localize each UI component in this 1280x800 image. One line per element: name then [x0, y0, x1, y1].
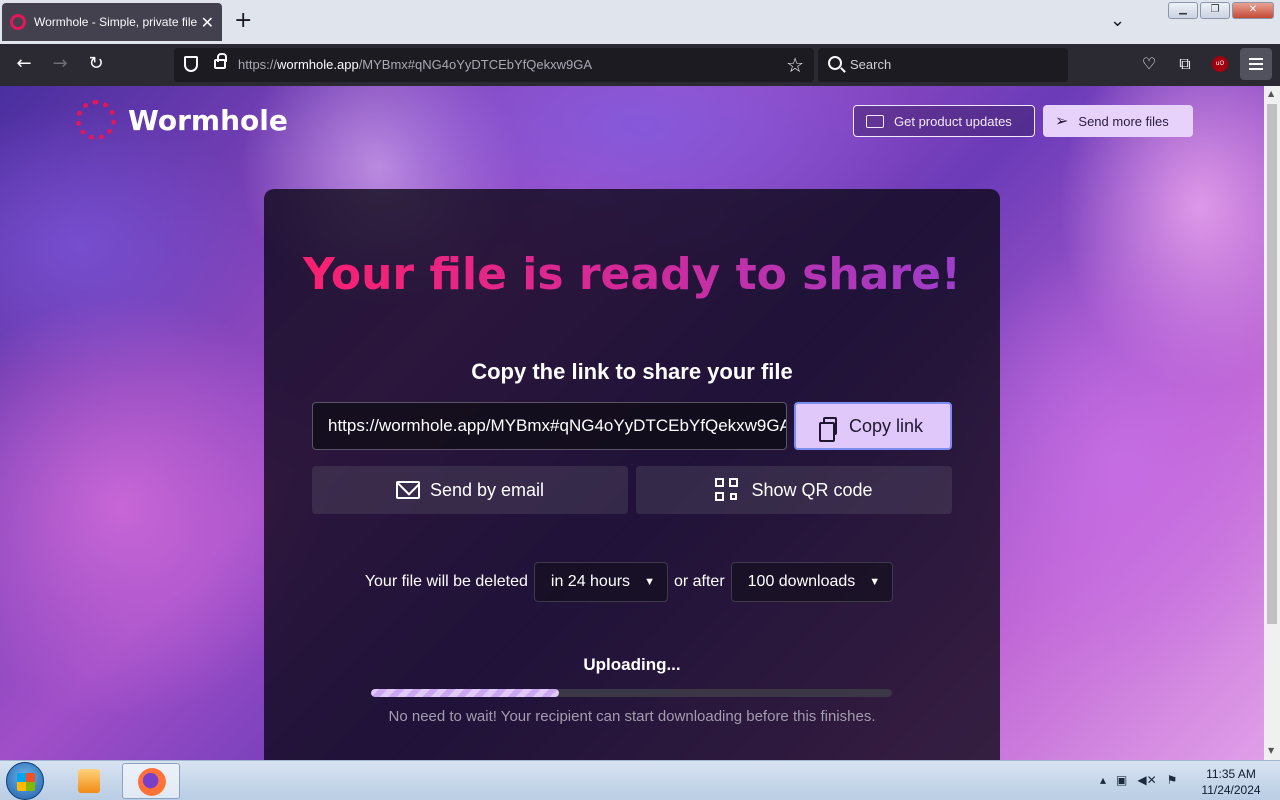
forward-arrow-icon[interactable]: →: [48, 54, 72, 74]
system-tray: ▴ ▣ ◀✕ ⚑: [1100, 773, 1177, 787]
upload-progress-bar: [371, 689, 892, 697]
page-background: Wormhole Get product updates ➢ Send more…: [0, 86, 1264, 760]
wormhole-favicon-icon: [10, 14, 26, 30]
windows-taskbar: ▴ ▣ ◀✕ ⚑ 11:35 AM 11/24/2024: [0, 760, 1280, 800]
list-all-tabs-icon[interactable]: ⌄: [1110, 10, 1125, 31]
send-more-label: Send more files: [1078, 113, 1169, 129]
ublock-origin-icon[interactable]: uO: [1212, 56, 1228, 72]
address-bar[interactable]: https://wormhole.app/MYBmx#qNG4oYyDTCEbY…: [174, 48, 814, 82]
tab-close-icon[interactable]: ✕: [201, 13, 214, 32]
get-product-updates-button[interactable]: Get product updates: [853, 105, 1035, 137]
pocket-icon[interactable]: ♡: [1138, 54, 1160, 76]
clock-time: 11:35 AM: [1206, 767, 1256, 781]
upload-progress-fill: [371, 689, 559, 697]
qr-code-icon: [715, 478, 739, 502]
chevron-down-icon: ▼: [869, 576, 881, 588]
taskbar-clock[interactable]: 11:35 AM 11/24/2024: [1196, 766, 1266, 798]
upload-hint: No need to wait! Your recipient can star…: [388, 708, 876, 725]
expiry-downloads-select[interactable]: 100 downloads ▼: [730, 562, 894, 602]
browser-tab[interactable]: Wormhole - Simple, private file sharing …: [2, 3, 222, 41]
windows-logo-icon: [17, 773, 35, 791]
url-text[interactable]: https://wormhole.app/MYBmx#qNG4oYyDTCEbY…: [238, 57, 592, 72]
envelope-icon: [866, 114, 884, 128]
copy-link-label: Copy link: [848, 415, 924, 436]
qr-button-label: Show QR code: [751, 479, 873, 500]
page-title: Your file is ready to share!: [264, 249, 1000, 300]
navigation-toolbar: ← → ↻ https://wormhole.app/MYBmx#qNG4oYy…: [0, 44, 1280, 86]
mail-icon: [395, 481, 420, 499]
copy-link-button[interactable]: Copy link: [794, 402, 952, 450]
send-arrow-icon: ➢: [1055, 113, 1069, 130]
clock-date: 11/24/2024: [1201, 783, 1261, 797]
lock-icon[interactable]: [214, 53, 227, 69]
page-scrollbar[interactable]: ▲ ▼: [1264, 86, 1280, 760]
media-player-taskbar-button[interactable]: [60, 763, 118, 799]
clipboard-icon: [818, 417, 837, 442]
window-close-button[interactable]: ✕: [1232, 2, 1274, 19]
upload-status: Uploading...: [583, 655, 681, 674]
action-center-flag-icon[interactable]: ⚑: [1167, 773, 1178, 787]
updates-button-label: Get product updates: [894, 113, 1012, 129]
send-more-files-button[interactable]: ➢ Send more files: [1043, 105, 1193, 137]
share-card: Your file is ready to share! Copy the li…: [264, 189, 1000, 760]
media-player-icon: [78, 769, 100, 793]
scroll-down-arrow-icon[interactable]: ▼: [1268, 746, 1274, 755]
start-button[interactable]: [6, 762, 44, 800]
hamburger-menu-button[interactable]: [1240, 48, 1272, 80]
show-hidden-icons-icon[interactable]: ▴: [1100, 773, 1106, 787]
wormhole-logo[interactable]: Wormhole: [76, 100, 288, 140]
tab-strip: Wormhole - Simple, private file sharing …: [0, 0, 1280, 44]
expiry-time-value: in 24 hours: [550, 573, 631, 590]
scrollbar-thumb[interactable]: [1267, 104, 1277, 624]
share-subheading: Copy the link to share your file: [471, 359, 793, 384]
volume-muted-icon[interactable]: ◀✕: [1137, 773, 1156, 787]
logo-text: Wormhole: [128, 103, 288, 137]
expiry-downloads-value: 100 downloads: [747, 573, 856, 590]
firefox-taskbar-button[interactable]: [122, 763, 180, 799]
search-placeholder: Search: [850, 57, 892, 72]
restore-button[interactable]: ❐: [1200, 2, 1230, 19]
minimize-button[interactable]: ▁: [1168, 2, 1198, 19]
tracking-protection-shield-icon[interactable]: [184, 56, 198, 72]
scroll-up-arrow-icon[interactable]: ▲: [1268, 89, 1274, 98]
expiry-time-select[interactable]: in 24 hours ▼: [533, 562, 668, 602]
search-icon: [828, 56, 842, 70]
wormhole-swirl-icon: [76, 100, 116, 140]
deletion-middle: or after: [673, 573, 725, 590]
back-arrow-icon[interactable]: ←: [12, 54, 36, 74]
reload-icon[interactable]: ↻: [84, 54, 108, 74]
window-controls: ▁ ❐ ✕: [1168, 2, 1274, 19]
tab-title: Wormhole - Simple, private file sharing: [34, 15, 199, 29]
network-icon[interactable]: ▣: [1116, 773, 1127, 787]
send-by-email-button[interactable]: Send by email: [312, 466, 628, 514]
deletion-settings: Your file will be deleted in 24 hours ▼ …: [264, 562, 1000, 602]
chevron-down-icon: ▼: [644, 576, 655, 588]
share-link-field[interactable]: https://wormhole.app/MYBmx#qNG4oYyDTCEbY…: [312, 402, 787, 450]
email-button-label: Send by email: [429, 479, 545, 500]
extensions-puzzle-icon[interactable]: ⧉: [1174, 54, 1196, 76]
search-bar[interactable]: Search: [818, 48, 1068, 82]
firefox-icon: [138, 768, 166, 796]
show-qr-code-button[interactable]: Show QR code: [636, 466, 952, 514]
deletion-prefix: Your file will be deleted: [364, 573, 528, 590]
new-tab-button[interactable]: +: [234, 10, 252, 32]
bookmark-star-icon[interactable]: ☆: [786, 53, 804, 77]
